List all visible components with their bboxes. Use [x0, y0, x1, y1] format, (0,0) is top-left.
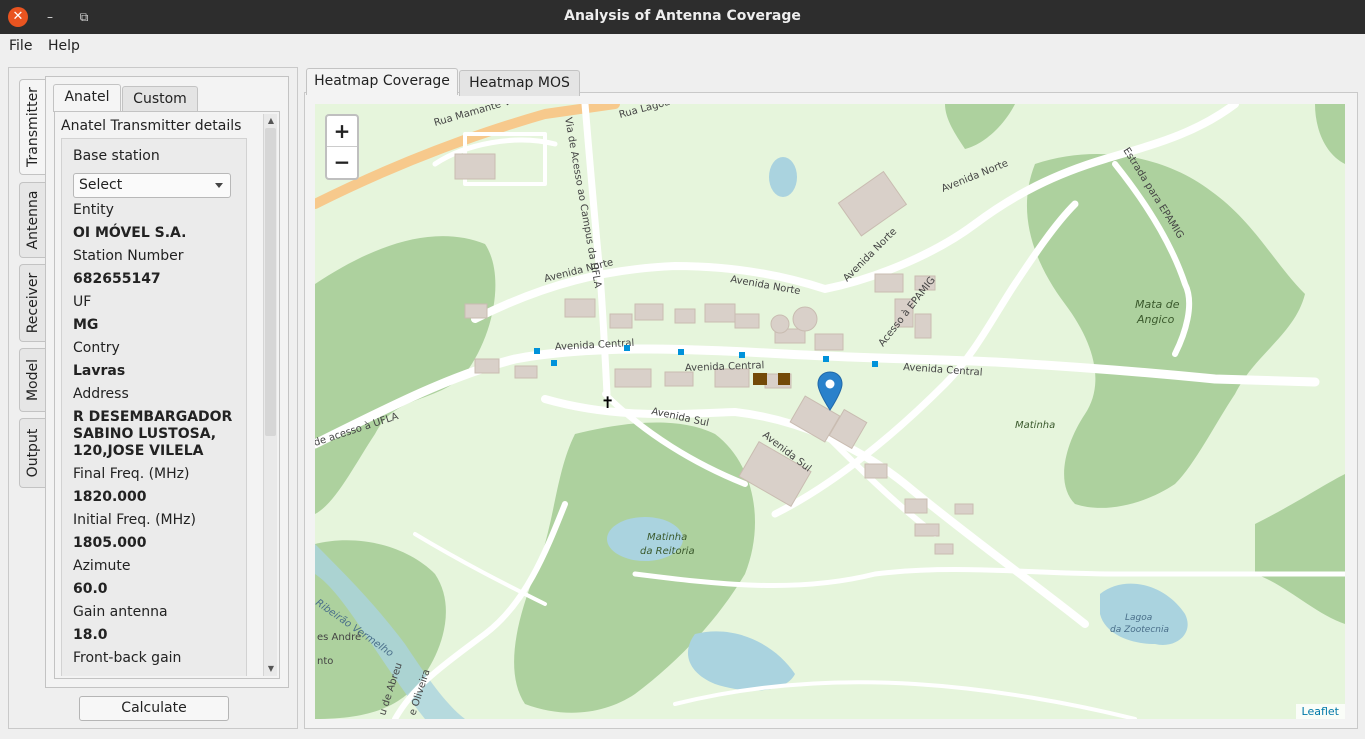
- station-number-label: Station Number: [73, 248, 184, 264]
- label-des-andre: es André: [317, 631, 361, 643]
- tab-antenna-label: Antenna: [24, 190, 41, 250]
- uf-label: UF: [73, 294, 92, 310]
- menu-file[interactable]: File: [9, 38, 32, 54]
- address-value-line-3: 120,JOSE VILELA: [73, 443, 204, 459]
- menu-bar: File Help: [0, 34, 1365, 58]
- contry-label: Contry: [73, 340, 120, 356]
- tab-custom[interactable]: Custom: [122, 86, 198, 112]
- label-matinha-reitoria-1: Matinha: [647, 532, 687, 543]
- tab-output[interactable]: Output: [19, 418, 45, 488]
- title-bar: ✕ – ⧉ Analysis of Antenna Coverage: [0, 0, 1365, 34]
- library-icon: [753, 373, 767, 385]
- azimute-label: Azimute: [73, 558, 131, 574]
- tab-model-label: Model: [24, 358, 41, 402]
- label-avenida-norte-4: Avenida Norte: [940, 158, 1010, 195]
- address-label: Address: [73, 386, 129, 402]
- initial-freq-value: 1805.000: [73, 535, 147, 551]
- details-scroll-area[interactable]: Anatel Transmitter details Base station …: [57, 114, 260, 676]
- tab-output-label: Output: [24, 428, 41, 478]
- base-station-label: Base station: [73, 148, 160, 164]
- gain-antenna-value: 18.0: [73, 627, 108, 643]
- calculate-button[interactable]: Calculate: [79, 696, 229, 721]
- label-lagoa-zootecnia-2: da Zootecnia: [1110, 625, 1169, 635]
- scroll-up-arrow-icon[interactable]: ▲: [264, 114, 278, 128]
- left-panel: Transmitter Antenna Receiver Model Outpu…: [8, 67, 298, 729]
- tab-model[interactable]: Model: [19, 348, 45, 412]
- tab-heatmap-coverage[interactable]: Heatmap Coverage: [306, 68, 458, 95]
- leaflet-attribution-link[interactable]: Leaflet: [1295, 704, 1345, 719]
- address-value-line-2: SABINO LUSTOSA,: [73, 426, 217, 442]
- scrollbar-thumb[interactable]: [265, 128, 276, 436]
- details-group: Base station Select Entity OI MÓVEL S.A.…: [61, 138, 247, 676]
- azimute-value: 60.0: [73, 581, 108, 597]
- contry-value: Lavras: [73, 363, 126, 379]
- final-freq-label: Final Freq. (MHz): [73, 466, 190, 482]
- tab-transmitter-label: Transmitter: [24, 87, 41, 167]
- details-scrollbar[interactable]: ▲ ▼: [263, 114, 277, 676]
- initial-freq-label: Initial Freq. (MHz): [73, 512, 196, 528]
- final-freq-value: 1820.000: [73, 489, 147, 505]
- label-rua-lagoa: Rua Lagoa: [618, 104, 671, 121]
- tab-anatel[interactable]: Anatel: [53, 84, 121, 112]
- zoom-control: + −: [325, 114, 359, 180]
- label-mata-angico-1: Mata de: [1135, 298, 1180, 311]
- location-marker-icon[interactable]: [817, 371, 843, 411]
- uf-value: MG: [73, 317, 99, 333]
- scroll-down-arrow-icon[interactable]: ▼: [264, 662, 278, 676]
- gain-antenna-label: Gain antenna: [73, 604, 168, 620]
- chapel-icon: ✝: [601, 393, 614, 412]
- transmitter-tab-content: Anatel Custom Anatel Transmitter details…: [45, 76, 289, 688]
- label-avenida-central-2: Avenida Central: [685, 360, 765, 374]
- anatel-details-frame: Anatel Transmitter details Base station …: [54, 111, 280, 679]
- label-lagoa-zootecnia-1: Lagoa: [1125, 613, 1152, 623]
- map-view[interactable]: Rua Mamante Vit Rua Lagoa Via de Acesso …: [315, 104, 1345, 719]
- tab-receiver[interactable]: Receiver: [19, 264, 45, 342]
- group-title: Anatel Transmitter details: [61, 118, 242, 134]
- zoom-out-button[interactable]: −: [327, 147, 357, 178]
- tab-heatmap-mos[interactable]: Heatmap MOS: [459, 70, 580, 96]
- label-matinha-reitoria-2: da Reitoria: [640, 546, 695, 557]
- window-title: Analysis of Antenna Coverage: [564, 8, 801, 24]
- tab-antenna[interactable]: Antenna: [19, 182, 45, 258]
- base-station-select-value: Select: [79, 177, 123, 193]
- label-nto: nto: [317, 656, 333, 667]
- address-value-line-1: R DESEMBARGADOR: [73, 409, 233, 425]
- tab-receiver-label: Receiver: [24, 272, 41, 334]
- map-canvas: Rua Mamante Vit Rua Lagoa Via de Acesso …: [315, 104, 1345, 719]
- entity-value: OI MÓVEL S.A.: [73, 225, 187, 241]
- chevron-down-icon: [215, 183, 223, 188]
- front-back-gain-label: Front-back gain: [73, 650, 182, 666]
- station-number-value: 682655147: [73, 271, 161, 287]
- tab-transmitter[interactable]: Transmitter: [19, 79, 45, 175]
- label-mata-angico-2: Angico: [1136, 313, 1175, 326]
- entity-label: Entity: [73, 202, 114, 218]
- zoom-in-button[interactable]: +: [327, 116, 357, 147]
- base-station-select[interactable]: Select: [73, 173, 231, 198]
- label-matinha: Matinha: [1015, 420, 1055, 431]
- museum-icon: [778, 373, 790, 385]
- menu-help[interactable]: Help: [48, 38, 80, 54]
